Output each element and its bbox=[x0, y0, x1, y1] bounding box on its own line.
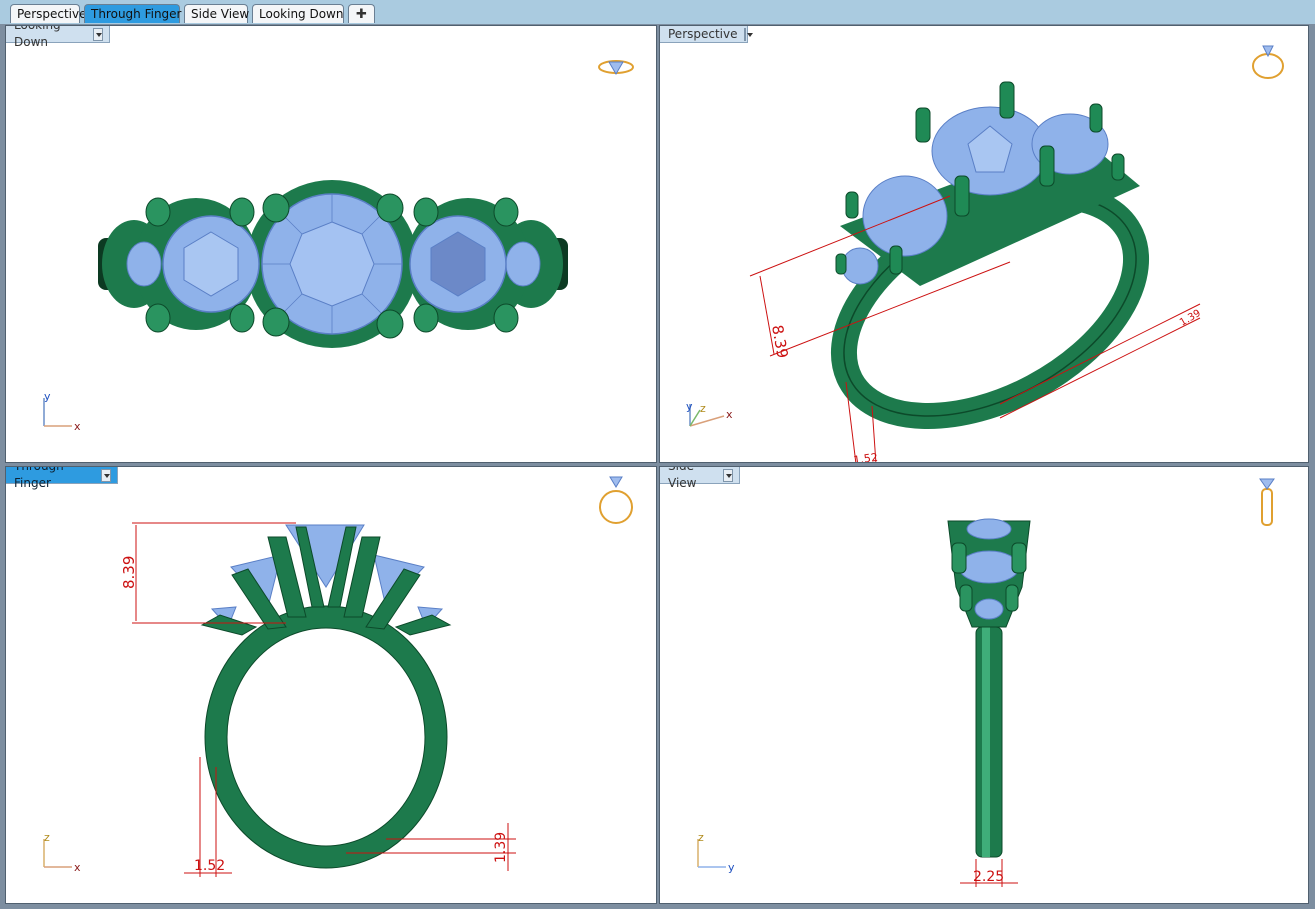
gemstone bbox=[841, 247, 879, 285]
gemstone bbox=[862, 175, 948, 257]
plus-icon: ✚ bbox=[356, 7, 367, 22]
viewport-perspective[interactable]: Perspective 8.39 1.39 1.52 y z x bbox=[659, 25, 1309, 463]
viewport-looking-down[interactable]: Looking Down y x bbox=[5, 25, 657, 463]
dimension-label: 1.52 bbox=[194, 858, 225, 874]
ring-view-icon bbox=[1252, 45, 1284, 79]
tab-side-view[interactable]: Side View bbox=[184, 4, 249, 23]
dimension-label: 8.39 bbox=[120, 556, 138, 589]
axis-label-y: y bbox=[44, 390, 51, 403]
ring-shank-highlight bbox=[982, 627, 990, 857]
ring-view-icon bbox=[1259, 478, 1275, 526]
gemstone bbox=[505, 241, 541, 287]
dimension-label: 1.39 bbox=[1178, 308, 1203, 329]
gemstone bbox=[958, 550, 1020, 584]
gemstone bbox=[126, 241, 162, 287]
ring-side-view: 2.25 z y bbox=[697, 478, 1275, 887]
ring-view-icon bbox=[598, 60, 634, 75]
axis-label-z: z bbox=[700, 402, 706, 415]
gem-facet bbox=[289, 221, 375, 307]
ring-band-edge bbox=[226, 627, 426, 847]
add-tab-button[interactable]: ✚ bbox=[348, 4, 375, 23]
axis-label-x: x bbox=[74, 420, 81, 433]
viewport-side-view[interactable]: Side View 2.25 z y bbox=[659, 466, 1309, 904]
tab-looking-down[interactable]: Looking Down bbox=[252, 4, 344, 23]
viewport-through-finger[interactable]: Through Finger 8.39 1.52 1.39 z x bbox=[5, 466, 657, 904]
axis-label-y: y bbox=[728, 861, 735, 874]
dimension-label: 1.52 bbox=[853, 451, 879, 463]
axis-label-x: x bbox=[74, 861, 81, 874]
viewport-tab-strip: Perspective Through Finger Side View Loo… bbox=[0, 0, 1315, 26]
dimension-label: 1.39 bbox=[493, 832, 509, 863]
gemstone bbox=[974, 598, 1004, 620]
axis-label-z: z bbox=[698, 831, 704, 844]
viewport-workspace: Looking Down y x Perspective 8.39 1.39 1… bbox=[0, 24, 1315, 909]
axis-label-y: y bbox=[686, 400, 693, 413]
axis-indicator bbox=[689, 404, 725, 427]
tab-through-finger[interactable]: Through Finger bbox=[84, 4, 182, 23]
ring-band bbox=[205, 606, 447, 868]
ring-front-view: 8.39 1.52 1.39 z x bbox=[43, 476, 633, 877]
center-gemstone bbox=[966, 518, 1012, 540]
dimension-label: 8.39 bbox=[768, 324, 792, 360]
axis-label-x: x bbox=[726, 408, 733, 421]
ring-perspective-view: 8.39 1.39 1.52 y z x bbox=[686, 45, 1284, 463]
ring-view-icon bbox=[599, 476, 633, 524]
ring-top-view: y x bbox=[43, 60, 634, 433]
axis-label-z: z bbox=[44, 831, 50, 844]
tab-perspective[interactable]: Perspective bbox=[10, 4, 87, 23]
dimension-label: 2.25 bbox=[973, 869, 1004, 885]
